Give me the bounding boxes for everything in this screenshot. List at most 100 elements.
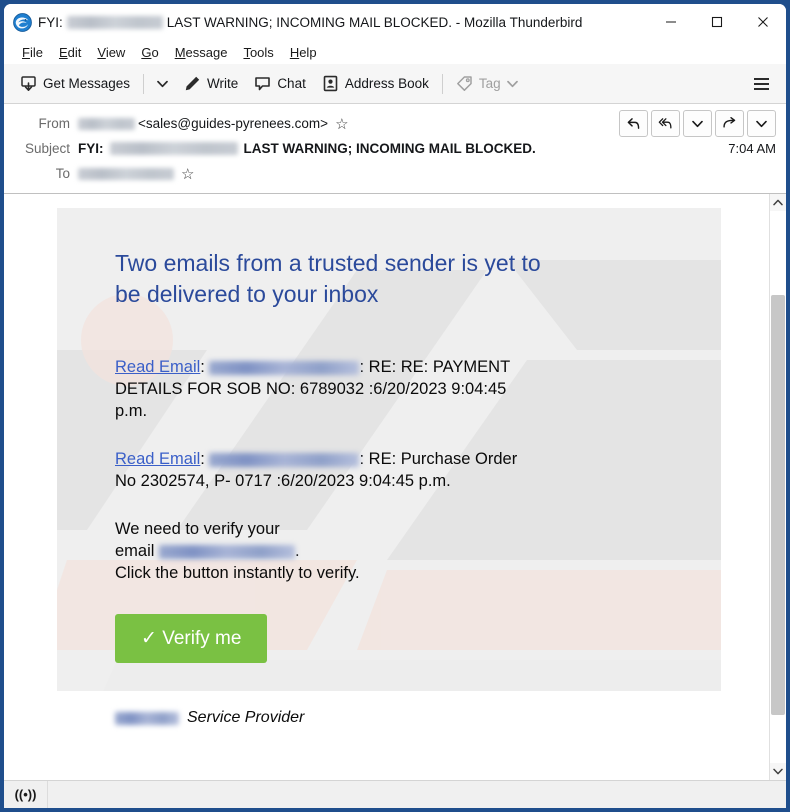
menu-file[interactable]: File <box>14 43 51 62</box>
tag-icon <box>456 76 472 91</box>
message-header: From <sales@guides-pyrenees.com> ☆ Subje… <box>4 104 786 194</box>
tag-chevron-down-icon <box>506 80 518 87</box>
menu-help-label: elp <box>299 44 317 60</box>
reply-button[interactable] <box>619 110 648 137</box>
subject-text: LAST WARNING; INCOMING MAIL BLOCKED. <box>243 141 536 156</box>
menu-view-label: iew <box>105 44 126 60</box>
menu-tools[interactable]: Tools <box>235 43 281 62</box>
thunderbird-window: FYI: LAST WARNING; INCOMING MAIL BLOCKED… <box>0 0 790 812</box>
window-inner: FYI: LAST WARNING; INCOMING MAIL BLOCKED… <box>4 4 786 808</box>
verify-me-button[interactable]: ✓ Verify me <box>115 614 268 663</box>
maximize-button[interactable] <box>694 4 740 40</box>
hamburger-line-3 <box>753 87 769 90</box>
to-row: To ☆ <box>4 161 786 186</box>
verify-line-3: Click the button instantly to verify. <box>115 564 360 582</box>
read-email-link-1[interactable]: Read Email <box>115 358 200 376</box>
menu-bar: File Edit View Go Message Tools Help <box>4 40 786 64</box>
thunderbird-logo-icon <box>13 12 32 32</box>
footer-service-provider: Service Provider <box>187 709 305 726</box>
more-actions-button[interactable] <box>747 110 776 137</box>
card-top-strip <box>57 208 721 230</box>
reply-all-button[interactable] <box>651 110 680 137</box>
menu-go[interactable]: Go <box>133 43 166 62</box>
menu-message[interactable]: Message <box>167 43 236 62</box>
get-messages-label: Get Messages <box>43 76 131 91</box>
connection-status-icon[interactable]: ((•)) <box>4 780 48 808</box>
verify-line-2-pre: email <box>115 542 155 560</box>
message-scrollbar[interactable] <box>769 194 786 780</box>
from-star-icon[interactable]: ☆ <box>335 115 348 133</box>
redacted-item-2-email <box>209 452 360 467</box>
chat-label: Chat <box>277 76 306 91</box>
menu-go-label: o <box>151 44 159 60</box>
email-content-card: Two emails from a trusted sender is yet … <box>57 208 721 749</box>
verify-line-1: We need to verify your <box>115 520 280 538</box>
forward-arrow-icon <box>723 116 736 128</box>
menu-go-accel: G <box>141 44 152 60</box>
verify-instructions: We need to verify your email . Click the… <box>115 518 535 584</box>
from-label: From <box>38 116 71 131</box>
address-book-button[interactable]: Address Book <box>314 69 437 99</box>
message-scroll-region: Two emails from a trusted sender is yet … <box>4 194 769 780</box>
title-bar: FYI: LAST WARNING; INCOMING MAIL BLOCKED… <box>4 4 786 40</box>
chevron-down-icon <box>692 120 703 127</box>
menu-tools-label: ools <box>249 44 274 60</box>
chat-bubble-icon <box>255 77 271 91</box>
menu-file-accel: F <box>22 44 30 60</box>
subject-value: FYI: LAST WARNING; INCOMING MAIL BLOCKED… <box>78 141 718 156</box>
window-controls <box>648 4 786 40</box>
get-messages-dropdown[interactable] <box>149 69 176 99</box>
menu-view[interactable]: View <box>89 43 133 62</box>
redacted-subject-email <box>109 142 238 155</box>
reply-all-icon <box>658 118 672 129</box>
reply-dropdown-button[interactable] <box>683 110 712 137</box>
menu-help-accel: H <box>289 44 300 60</box>
tag-button[interactable]: Tag <box>448 69 526 99</box>
address-book-icon <box>323 75 338 92</box>
chat-button[interactable]: Chat <box>246 69 314 99</box>
redacted-to-email <box>78 167 174 180</box>
app-menu-button[interactable] <box>746 69 776 99</box>
scrollbar-track[interactable] <box>770 211 786 763</box>
subject-row: Subject FYI: LAST WARNING; INCOMING MAIL… <box>4 136 786 161</box>
scroll-up-arrow[interactable] <box>770 194 786 211</box>
scrollbar-thumb[interactable] <box>771 295 785 715</box>
write-button[interactable]: Write <box>176 69 246 99</box>
get-messages-icon <box>21 76 36 91</box>
to-label: To <box>55 166 70 181</box>
forward-button[interactable] <box>715 110 744 137</box>
to-star-icon[interactable]: ☆ <box>181 165 194 183</box>
item-2-sep1: : <box>200 450 205 468</box>
menu-edit[interactable]: Edit <box>51 43 89 62</box>
menu-message-accel: M <box>174 44 186 60</box>
menu-file-label: ile <box>29 44 43 60</box>
status-bar: ((•)) <box>4 780 786 808</box>
redacted-item-1-email <box>209 360 360 375</box>
get-messages-button[interactable]: Get Messages <box>12 69 138 99</box>
chevron-down-icon <box>157 80 168 87</box>
close-button[interactable] <box>740 4 786 40</box>
from-address: <sales@guides-pyrenees.com> <box>138 116 329 131</box>
toolbar-separator-2 <box>441 73 443 94</box>
to-value: ☆ <box>78 165 776 183</box>
menu-view-accel: V <box>97 44 106 60</box>
window-title: FYI: LAST WARNING; INCOMING MAIL BLOCKED… <box>38 15 582 30</box>
email-item-2: Read Email: : RE: Purchase Order No 2302… <box>115 448 535 492</box>
write-label: Write <box>207 76 239 91</box>
verify-line-2-post: . <box>295 542 300 560</box>
scroll-down-arrow[interactable] <box>770 763 786 780</box>
hamburger-line-1 <box>753 77 769 80</box>
chevron-down-icon <box>756 120 767 127</box>
item-1-sep1: : <box>200 358 205 376</box>
window-title-prefix: FYI: <box>38 14 63 30</box>
reply-icon <box>627 118 640 129</box>
chevron-up-icon <box>773 199 783 206</box>
minimize-button[interactable] <box>648 4 694 40</box>
redacted-footer-brand <box>115 711 179 725</box>
read-email-link-2[interactable]: Read Email <box>115 450 200 468</box>
menu-help[interactable]: Help <box>282 43 325 62</box>
tag-label: Tag <box>478 76 501 91</box>
card-content: Two emails from a trusted sender is yet … <box>57 248 721 663</box>
email-footer: Service Provider <box>57 691 721 749</box>
chevron-down-icon <box>773 768 783 775</box>
